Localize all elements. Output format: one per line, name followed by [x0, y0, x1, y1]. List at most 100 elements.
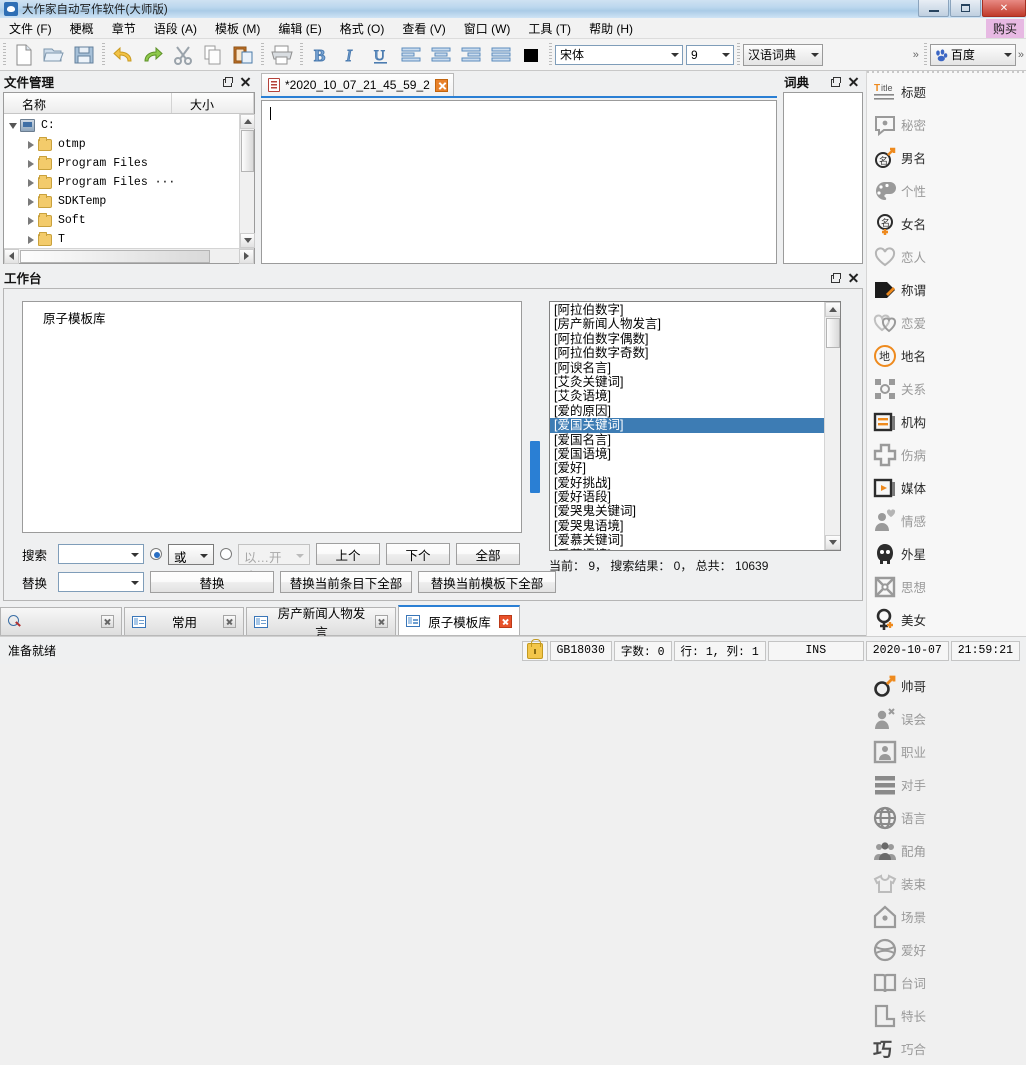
library-item-hobby[interactable]: 爱好: [867, 933, 947, 966]
search-mode-select[interactable]: 或: [168, 544, 214, 565]
float-panel-icon[interactable]: [829, 272, 840, 283]
close-panel-icon[interactable]: [848, 272, 859, 283]
menu-paragraph[interactable]: 语段 (A): [145, 18, 206, 39]
font-color-button[interactable]: [516, 41, 546, 69]
library-item-secret[interactable]: 秘密: [867, 108, 947, 141]
panel-splitter[interactable]: [530, 441, 540, 493]
expander-icon[interactable]: [6, 123, 20, 129]
list-item[interactable]: [爱国语境]: [550, 447, 824, 461]
underline-button[interactable]: U: [366, 41, 396, 69]
expander-icon[interactable]: [24, 179, 38, 187]
toolbar-grip-4[interactable]: [300, 43, 303, 67]
list-item[interactable]: [阿拉伯数字奇数]: [550, 346, 824, 360]
list-item[interactable]: [艾灸关键词]: [550, 375, 824, 389]
toolbar-grip[interactable]: [3, 43, 6, 67]
list-item[interactable]: [爱的原因]: [550, 404, 824, 418]
list-item[interactable]: [爱哭鬼关键词]: [550, 504, 824, 518]
library-item-title[interactable]: T itle 标题: [867, 75, 947, 108]
menu-tools[interactable]: 工具 (T): [519, 18, 580, 39]
align-left-button[interactable]: [396, 41, 426, 69]
template-text-editor[interactable]: 原子模板库: [22, 301, 522, 533]
list-item[interactable]: [艾灸语境]: [550, 389, 824, 403]
menu-help[interactable]: 帮助 (H): [580, 18, 642, 39]
library-item-emotion[interactable]: 情感: [867, 504, 947, 537]
menu-window[interactable]: 窗口 (W): [455, 18, 520, 39]
menu-file[interactable]: 文件 (F): [0, 18, 61, 39]
library-item-organization[interactable]: 机构: [867, 405, 947, 438]
library-item-media[interactable]: 媒体: [867, 471, 947, 504]
scroll-down-button[interactable]: [825, 535, 841, 550]
expander-icon[interactable]: [24, 141, 38, 149]
menu-view[interactable]: 查看 (V): [393, 18, 454, 39]
search-engine-select[interactable]: 百度: [930, 44, 1016, 66]
replace-input[interactable]: [58, 572, 144, 592]
library-item-thought[interactable]: 思想: [867, 570, 947, 603]
print-button[interactable]: [267, 41, 297, 69]
document-tab[interactable]: *2020_10_07_21_45_59_2: [261, 73, 454, 96]
italic-button[interactable]: I: [336, 41, 366, 69]
library-item-costume[interactable]: 装束: [867, 867, 947, 900]
toolbar-grip-3[interactable]: [261, 43, 264, 67]
dictionary-select[interactable]: 汉语词典: [743, 44, 823, 66]
lock-status[interactable]: [522, 641, 548, 661]
file-tree-horizontal-scrollbar[interactable]: [4, 248, 254, 263]
float-panel-icon[interactable]: [829, 76, 840, 87]
toolbar-overflow-right[interactable]: »: [1016, 49, 1026, 61]
column-header-name[interactable]: 名称: [4, 93, 172, 113]
menu-outline[interactable]: 梗概: [61, 18, 103, 39]
tree-row-program-files-x86[interactable]: Program Files ···: [4, 173, 239, 192]
tree-row-program-files[interactable]: Program Files: [4, 154, 239, 173]
library-item-injury[interactable]: 伤病: [867, 438, 947, 471]
template-list-scrollbar[interactable]: [824, 302, 840, 550]
library-item-personality[interactable]: 个性: [867, 174, 947, 207]
close-button[interactable]: ✕: [982, 0, 1026, 17]
document-text-area[interactable]: [261, 100, 777, 264]
library-item-language[interactable]: 语言: [867, 801, 947, 834]
search-mode-radio-2[interactable]: [220, 548, 232, 560]
open-file-button[interactable]: [39, 41, 69, 69]
save-file-button[interactable]: [69, 41, 99, 69]
replace-entry-all-button[interactable]: 替换当前条目下全部: [280, 571, 412, 593]
library-item-handsome[interactable]: 帅哥: [867, 669, 947, 702]
list-item[interactable]: [爱好挑战]: [550, 476, 824, 490]
scroll-left-button[interactable]: [4, 249, 19, 264]
close-panel-icon[interactable]: [848, 76, 859, 87]
toolbar-grip-2[interactable]: [102, 43, 105, 67]
library-item-lover[interactable]: 恋人: [867, 240, 947, 273]
library-item-appellation[interactable]: 称谓: [867, 273, 947, 306]
scroll-up-button[interactable]: [825, 302, 841, 317]
close-icon[interactable]: [223, 615, 236, 628]
close-panel-icon[interactable]: [240, 76, 251, 87]
toolbar-grip-5[interactable]: [549, 43, 552, 67]
expander-icon[interactable]: [24, 236, 38, 244]
list-item[interactable]: [爱慕关键词]: [550, 533, 824, 547]
paste-button[interactable]: [228, 41, 258, 69]
close-icon[interactable]: [499, 615, 512, 628]
scroll-thumb[interactable]: [826, 318, 840, 348]
list-item-selected[interactable]: [爱国关键词]: [550, 418, 824, 432]
menu-edit[interactable]: 编辑 (E): [269, 18, 330, 39]
scroll-down-button[interactable]: [240, 233, 255, 248]
menu-template[interactable]: 模板 (M): [206, 18, 269, 39]
file-tree-vertical-scrollbar[interactable]: [239, 114, 254, 248]
prev-button[interactable]: 上个: [316, 543, 380, 565]
dictionary-content[interactable]: [783, 92, 863, 264]
template-list[interactable]: [阿拉伯数字] [房产新闻人物发言] [阿拉伯数字偶数] [阿拉伯数字奇数] […: [549, 301, 841, 551]
tree-row-t[interactable]: T: [4, 230, 239, 248]
close-icon[interactable]: [375, 615, 388, 628]
column-header-size[interactable]: 大小: [172, 93, 254, 113]
new-file-button[interactable]: [9, 41, 39, 69]
list-item[interactable]: [房产新闻人物发言]: [550, 317, 824, 331]
scroll-up-button[interactable]: [240, 114, 255, 129]
list-item[interactable]: [爱哭鬼语境]: [550, 519, 824, 533]
buy-button[interactable]: 购买: [986, 19, 1024, 38]
float-panel-icon[interactable]: [221, 76, 232, 87]
close-icon[interactable]: [435, 79, 448, 92]
library-item-occupation[interactable]: 职业: [867, 735, 947, 768]
search-mode-radio-1[interactable]: [150, 548, 162, 560]
library-item-place[interactable]: 地 地名: [867, 339, 947, 372]
tab-property-news[interactable]: 房产新闻人物发言: [246, 607, 396, 635]
list-item[interactable]: [爱好]: [550, 461, 824, 475]
tab-common[interactable]: 常用: [124, 607, 244, 635]
tab-search[interactable]: [0, 607, 122, 635]
